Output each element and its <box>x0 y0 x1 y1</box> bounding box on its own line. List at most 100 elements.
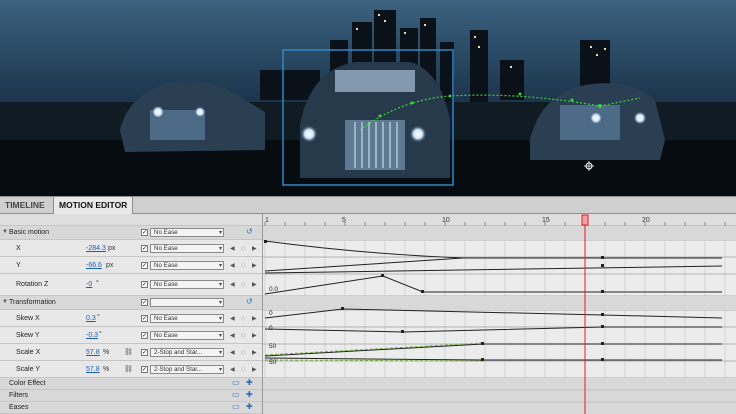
ease-select[interactable]: No Ease ▾ <box>150 314 224 323</box>
tab-motion-editor[interactable]: MOTION EDITOR <box>53 197 134 215</box>
property-row-x: X -284.3 px ✓ No Ease ▾ ◀ ◇ ▶ <box>0 240 262 257</box>
graph-value-label: 0.0 <box>269 286 278 293</box>
chain-icon[interactable]: ⛓ <box>124 365 133 373</box>
motion-editor-panel: ▼ Basic motion ✓ No Ease ▾ ↺ X -284.3 px … <box>0 214 736 414</box>
right-triangle-icon[interactable]: ▶ <box>252 281 257 288</box>
ease-select[interactable]: 2-Stop and Star... ▾ <box>150 365 224 374</box>
property-value[interactable]: 57.8 <box>86 349 100 356</box>
plus-icon[interactable]: ✚ <box>246 390 253 399</box>
left-triangle-icon[interactable]: ◀ <box>230 262 235 269</box>
property-unit: ° <box>96 280 99 287</box>
diamond-icon[interactable]: ◇ <box>241 349 246 356</box>
property-header <box>0 214 262 226</box>
enable-checkbox[interactable]: ✓ <box>141 245 148 252</box>
section-basic-motion[interactable]: ▼ Basic motion ✓ No Ease ▾ ↺ <box>0 226 262 240</box>
ease-select[interactable]: No Ease ▾ <box>150 228 224 237</box>
panel-tabs: TIMELINE MOTION EDITOR <box>0 196 736 215</box>
right-triangle-icon[interactable]: ▶ <box>252 315 257 322</box>
enable-checkbox[interactable]: ✓ <box>141 315 148 322</box>
property-label: Skew Y <box>16 332 40 339</box>
ruler-label: 5 <box>342 217 346 224</box>
property-row-rotation-z: Rotation Z -0 ° ✓ No Ease ▾ ◀ ◇ ▶ <box>0 274 262 296</box>
stage-artwork <box>0 0 736 196</box>
reset-icon[interactable]: ↺ <box>246 297 253 306</box>
diamond-icon[interactable]: ◇ <box>241 281 246 288</box>
ruler-label: 15 <box>542 217 550 224</box>
section-color-effect[interactable]: Color Effect ▭ ✚ <box>0 378 262 390</box>
graph-value-label: 50 <box>269 359 277 366</box>
playhead-handle[interactable] <box>581 214 589 226</box>
diamond-icon[interactable]: ◇ <box>241 315 246 322</box>
property-value[interactable]: 0.3 <box>86 315 96 322</box>
stage-canvas[interactable] <box>0 0 736 196</box>
diamond-icon[interactable]: ◇ <box>241 245 246 252</box>
graph-area[interactable]: 1 5 10 15 20 0.0 0 0 50 50 <box>262 214 736 414</box>
property-value[interactable]: 57.8 <box>86 366 100 373</box>
minus-icon[interactable]: ▭ <box>232 378 240 387</box>
right-triangle-icon[interactable]: ▶ <box>252 349 257 356</box>
enable-checkbox[interactable]: ✓ <box>141 366 148 373</box>
property-row-scale-y: Scale Y 57.8 % ⛓ ✓ 2-Stop and Star... ▾ ◀… <box>0 361 262 378</box>
right-triangle-icon[interactable]: ▶ <box>252 245 257 252</box>
property-value[interactable]: -0.3 <box>86 332 98 339</box>
minus-icon[interactable]: ▭ <box>232 390 240 399</box>
ease-select[interactable]: No Ease ▾ <box>150 280 224 289</box>
left-triangle-icon[interactable]: ◀ <box>230 366 235 373</box>
expand-triangle-icon[interactable]: ▼ <box>2 229 8 235</box>
ease-select[interactable]: No Ease ▾ <box>150 244 224 253</box>
left-triangle-icon[interactable]: ◀ <box>230 349 235 356</box>
ease-select[interactable]: ▾ <box>150 298 224 307</box>
property-value[interactable]: -66.6 <box>86 262 102 269</box>
property-label: Y <box>16 262 21 269</box>
chain-icon[interactable]: ⛓ <box>124 348 133 356</box>
section-eases[interactable]: Eases ▭ ✚ <box>0 402 262 414</box>
property-unit: % <box>103 366 110 373</box>
enable-checkbox[interactable]: ✓ <box>141 332 148 339</box>
reset-icon[interactable]: ↺ <box>246 227 253 236</box>
ruler-label: 10 <box>442 217 450 224</box>
enable-checkbox[interactable]: ✓ <box>141 349 148 356</box>
ruler-label: 20 <box>642 217 650 224</box>
right-triangle-icon[interactable]: ▶ <box>252 366 257 373</box>
diamond-icon[interactable]: ◇ <box>241 332 246 339</box>
ease-select[interactable]: No Ease ▾ <box>150 261 224 270</box>
left-triangle-icon[interactable]: ◀ <box>230 332 235 339</box>
property-unit: ° <box>97 314 100 321</box>
enable-checkbox[interactable]: ✓ <box>141 299 148 306</box>
section-transformation[interactable]: ▼ Transformation ✓ ▾ ↺ <box>0 296 262 310</box>
section-label: Eases <box>9 404 29 411</box>
expand-triangle-icon[interactable]: ▼ <box>2 299 8 305</box>
left-triangle-icon[interactable]: ◀ <box>230 281 235 288</box>
tab-timeline[interactable]: TIMELINE <box>0 197 50 214</box>
left-triangle-icon[interactable]: ◀ <box>230 315 235 322</box>
graph-svg[interactable]: 1 5 10 15 20 0.0 0 0 50 50 <box>263 214 736 414</box>
ease-select[interactable]: No Ease ▾ <box>150 331 224 340</box>
right-triangle-icon[interactable]: ▶ <box>252 332 257 339</box>
property-unit: % <box>103 349 110 356</box>
section-label: Transformation <box>9 299 56 306</box>
enable-checkbox[interactable]: ✓ <box>141 262 148 269</box>
property-row-skew-y: Skew Y -0.3 ° ✓ No Ease ▾ ◀ ◇ ▶ <box>0 327 262 344</box>
property-label: Skew X <box>16 315 40 322</box>
property-value[interactable]: -284.3 <box>86 245 106 252</box>
property-list: ▼ Basic motion ✓ No Ease ▾ ↺ X -284.3 px … <box>0 214 262 414</box>
left-triangle-icon[interactable]: ◀ <box>230 245 235 252</box>
plus-icon[interactable]: ✚ <box>246 402 253 411</box>
property-row-skew-x: Skew X 0.3 ° ✓ No Ease ▾ ◀ ◇ ▶ <box>0 310 262 327</box>
diamond-icon[interactable]: ◇ <box>241 366 246 373</box>
plus-icon[interactable]: ✚ <box>246 378 253 387</box>
property-label: Scale Y <box>16 366 40 373</box>
enable-checkbox[interactable]: ✓ <box>141 281 148 288</box>
minus-icon[interactable]: ▭ <box>232 402 240 411</box>
section-label: Basic motion <box>9 229 50 236</box>
right-triangle-icon[interactable]: ▶ <box>252 262 257 269</box>
property-value[interactable]: -0 <box>86 281 92 288</box>
section-filters[interactable]: Filters ▭ ✚ <box>0 390 262 402</box>
graph-value-label: 50 <box>269 343 277 350</box>
section-label: Color Effect <box>9 380 46 387</box>
property-unit: px <box>106 262 114 269</box>
graph-value-label: 0 <box>269 325 273 332</box>
ease-select[interactable]: 2-Stop and Star... ▾ <box>150 348 224 357</box>
diamond-icon[interactable]: ◇ <box>241 262 246 269</box>
enable-checkbox[interactable]: ✓ <box>141 229 148 236</box>
